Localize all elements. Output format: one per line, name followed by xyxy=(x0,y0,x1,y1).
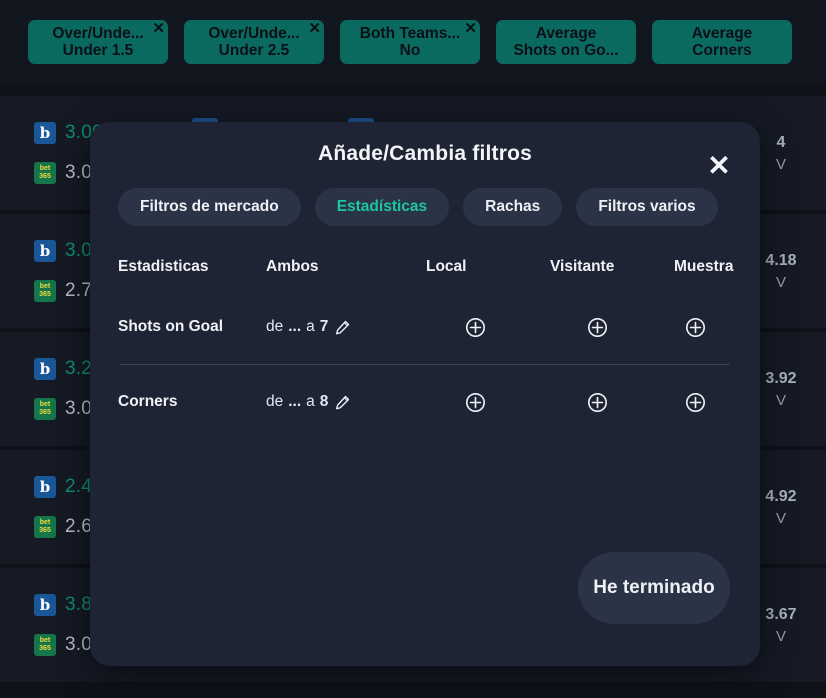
column-header-muestra: Muestra xyxy=(674,258,734,275)
filter-chip[interactable]: Average Corners xyxy=(652,19,792,65)
metric-sub: V xyxy=(775,273,786,291)
column-header-local: Local xyxy=(426,258,467,275)
table-header-row: Estadisticas Ambos Local Visitante Muest… xyxy=(118,244,734,290)
column-header-estadisticas: Estadisticas xyxy=(118,258,209,275)
filter-chip-market: Average xyxy=(691,24,753,42)
tab-filtros-varios[interactable]: Filtros varios xyxy=(576,188,718,226)
filter-chip[interactable]: Over/Unde... Under 2.5 ✕ xyxy=(184,19,324,65)
bet365-logo-icon: bet 365 xyxy=(34,398,56,420)
filter-chip-selection: Under 1.5 xyxy=(62,42,134,59)
range-to: 7 xyxy=(319,318,329,335)
metric-sub: V xyxy=(775,391,786,409)
betfair-logo-icon: b xyxy=(34,358,56,380)
betfair-logo-icon: b xyxy=(34,240,56,262)
filter-chip-selection: Corners xyxy=(692,42,752,59)
tab-filtros-de-mercado[interactable]: Filtros de mercado xyxy=(118,188,301,226)
filter-chip[interactable]: Both Teams... No ✕ xyxy=(340,19,480,65)
metric-value: 3.92 xyxy=(765,369,797,387)
range-from: ... xyxy=(288,393,302,410)
range-mid: a xyxy=(306,393,315,410)
ambos-range-cell[interactable]: de ... a 7 xyxy=(266,318,414,336)
filter-chip-selection: Shots on Go... xyxy=(513,42,619,59)
range-from: ... xyxy=(288,318,302,335)
dialog-tabs: Filtros de mercado Estadísticas Rachas F… xyxy=(118,188,732,226)
add-muestra-filter-button[interactable] xyxy=(658,317,732,338)
add-visitante-filter-button[interactable] xyxy=(536,392,658,413)
add-change-filters-dialog: Añade/Cambia filtros ✕ Filtros de mercad… xyxy=(90,122,760,666)
plus-circle-icon[interactable] xyxy=(587,392,608,413)
active-filter-chips: Over/Unde... Under 1.5 ✕ Over/Unde... Un… xyxy=(0,0,826,84)
dialog-title: Añade/Cambia filtros xyxy=(317,142,533,165)
ambos-range-cell[interactable]: de ... a 8 xyxy=(266,393,414,411)
filter-chip[interactable]: Over/Unde... Under 1.5 ✕ xyxy=(28,19,168,65)
range-value[interactable]: de ... a 7 xyxy=(266,318,414,336)
metric-sub: V xyxy=(775,627,786,645)
filter-chip-market: Over/Unde... xyxy=(208,24,300,42)
close-icon[interactable]: ✕ xyxy=(308,21,321,36)
metric-sub: V xyxy=(775,155,786,173)
tab-rachas[interactable]: Rachas xyxy=(463,188,563,226)
bet365-logo-icon: bet 365 xyxy=(34,634,56,656)
table-row: Shots on Goal de ... a 7 xyxy=(118,290,732,364)
stat-name: Corners xyxy=(118,392,266,411)
metric-value: 4.18 xyxy=(765,251,797,269)
add-local-filter-button[interactable] xyxy=(414,392,536,413)
close-icon[interactable]: ✕ xyxy=(702,149,736,183)
close-icon[interactable]: ✕ xyxy=(464,21,477,36)
range-to: 8 xyxy=(319,393,329,410)
filter-chip-market: Average xyxy=(535,24,597,42)
tab-estadisticas[interactable]: Estadísticas xyxy=(314,188,450,226)
plus-circle-icon[interactable] xyxy=(465,317,486,338)
filter-chip-market: Over/Unde... xyxy=(52,24,144,42)
column-header-visitante: Visitante xyxy=(550,258,615,275)
edit-pencil-icon[interactable] xyxy=(335,320,350,335)
range-prefix: de xyxy=(266,318,284,335)
edit-pencil-icon[interactable] xyxy=(335,395,350,410)
bet365-logo-icon: bet 365 xyxy=(34,162,56,184)
betfair-logo-icon: b xyxy=(34,122,56,144)
close-icon[interactable]: ✕ xyxy=(152,21,165,36)
done-button[interactable]: He terminado xyxy=(578,552,730,624)
bet365-logo-icon: bet 365 xyxy=(34,280,56,302)
add-visitante-filter-button[interactable] xyxy=(536,317,658,338)
plus-circle-icon[interactable] xyxy=(587,317,608,338)
filter-chip-selection: No xyxy=(399,42,421,59)
statistics-filter-table: Estadisticas Ambos Local Visitante Muest… xyxy=(118,244,734,439)
plus-circle-icon[interactable] xyxy=(685,392,706,413)
filter-chip-market: Both Teams... xyxy=(359,24,461,42)
column-header-ambos: Ambos xyxy=(266,258,319,275)
plus-circle-icon[interactable] xyxy=(685,317,706,338)
filter-chip[interactable]: Average Shots on Go... xyxy=(496,19,636,65)
table-row: Corners de ... a 8 xyxy=(118,365,732,439)
metric-value: 4 xyxy=(776,133,786,151)
metric-value: 4.92 xyxy=(765,487,797,505)
betfair-logo-icon: b xyxy=(34,476,56,498)
bet365-logo-icon: bet 365 xyxy=(34,516,56,538)
range-value[interactable]: de ... a 8 xyxy=(266,393,414,411)
range-mid: a xyxy=(306,318,315,335)
stat-name: Shots on Goal xyxy=(118,317,266,336)
add-muestra-filter-button[interactable] xyxy=(658,392,732,413)
add-local-filter-button[interactable] xyxy=(414,317,536,338)
metric-value: 3.67 xyxy=(765,605,797,623)
betfair-logo-icon: b xyxy=(34,594,56,616)
stat-name-label: Shots on Goal xyxy=(118,318,224,336)
stat-name-label: Corners xyxy=(118,393,178,411)
filter-chip-selection: Under 2.5 xyxy=(218,42,290,59)
metric-sub: V xyxy=(775,509,786,527)
range-prefix: de xyxy=(266,393,284,410)
plus-circle-icon[interactable] xyxy=(465,392,486,413)
